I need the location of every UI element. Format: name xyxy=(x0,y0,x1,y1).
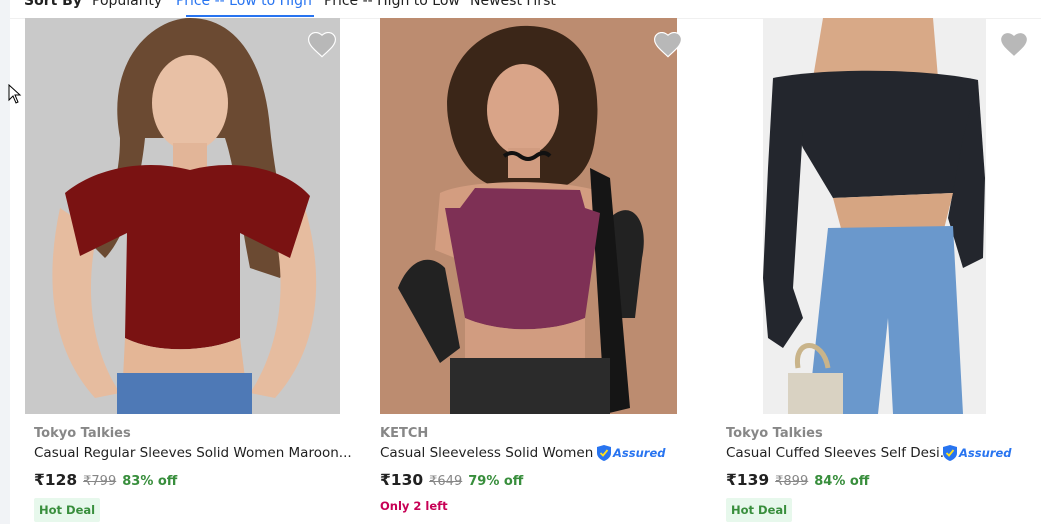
sort-label: Sort By xyxy=(24,0,82,9)
hot-deal-badge: Hot Deal xyxy=(34,498,101,522)
discount-percent: 79% off xyxy=(468,474,524,489)
assured-badge: Assured xyxy=(943,444,1011,462)
product-image[interactable] xyxy=(380,18,677,414)
selling-price: ₹139 xyxy=(726,471,770,489)
original-price: ₹649 xyxy=(429,474,463,489)
sort-option-newest[interactable]: Newest First xyxy=(470,0,556,9)
mouse-cursor-icon xyxy=(8,84,22,104)
product-title[interactable]: Casual Sleeveless Solid Women ... xyxy=(380,445,610,461)
price-row: ₹128 ₹799 83% off xyxy=(34,471,177,489)
discount-percent: 84% off xyxy=(814,474,870,489)
product-brand: KETCH xyxy=(380,426,429,441)
stock-warning: Only 2 left xyxy=(380,499,448,513)
sort-bar: Sort By Popularity Price -- Low to High … xyxy=(10,0,1041,19)
product-brand: Tokyo Talkies xyxy=(726,426,823,441)
product-image[interactable] xyxy=(763,18,986,414)
wishlist-heart-icon[interactable] xyxy=(308,32,336,58)
hot-deal-badge: Hot Deal xyxy=(726,498,793,522)
active-sort-indicator xyxy=(186,15,314,17)
original-price: ₹899 xyxy=(775,474,809,489)
wishlist-heart-icon[interactable] xyxy=(1000,32,1028,58)
sort-option-price-low-high[interactable]: Price -- Low to High xyxy=(176,0,312,9)
selling-price: ₹130 xyxy=(380,471,424,489)
assured-shield-icon xyxy=(943,445,957,461)
original-price: ₹799 xyxy=(83,474,117,489)
assured-badge: Assured xyxy=(597,444,665,462)
product-brand: Tokyo Talkies xyxy=(34,426,131,441)
maroon-crop-top-photo-icon xyxy=(25,18,340,414)
product-card[interactable]: Tokyo Talkies Casual Cuffed Sleeves Self… xyxy=(716,18,1041,524)
purple-camisole-top-photo-icon xyxy=(380,18,677,414)
product-title[interactable]: Casual Regular Sleeves Solid Women Maroo… xyxy=(34,445,352,461)
product-title[interactable]: Casual Cuffed Sleeves Self Desi... xyxy=(726,445,953,461)
sort-option-popularity[interactable]: Popularity xyxy=(92,0,162,9)
assured-label: Assured xyxy=(959,446,1012,460)
product-card[interactable]: KETCH Casual Sleeveless Solid Women ... … xyxy=(370,18,700,524)
product-card[interactable]: Tokyo Talkies Casual Regular Sleeves Sol… xyxy=(24,18,354,524)
left-gutter xyxy=(0,0,10,524)
assured-shield-icon xyxy=(597,445,611,461)
selling-price: ₹128 xyxy=(34,471,78,489)
assured-label: Assured xyxy=(613,446,666,460)
black-off-shoulder-top-photo-icon xyxy=(763,18,986,414)
wishlist-heart-icon[interactable] xyxy=(654,32,682,58)
product-image[interactable] xyxy=(25,18,340,414)
price-row: ₹139 ₹899 84% off xyxy=(726,471,869,489)
sort-option-price-high-low[interactable]: Price -- High to Low xyxy=(324,0,460,9)
price-row: ₹130 ₹649 79% off xyxy=(380,471,523,489)
discount-percent: 83% off xyxy=(122,474,178,489)
